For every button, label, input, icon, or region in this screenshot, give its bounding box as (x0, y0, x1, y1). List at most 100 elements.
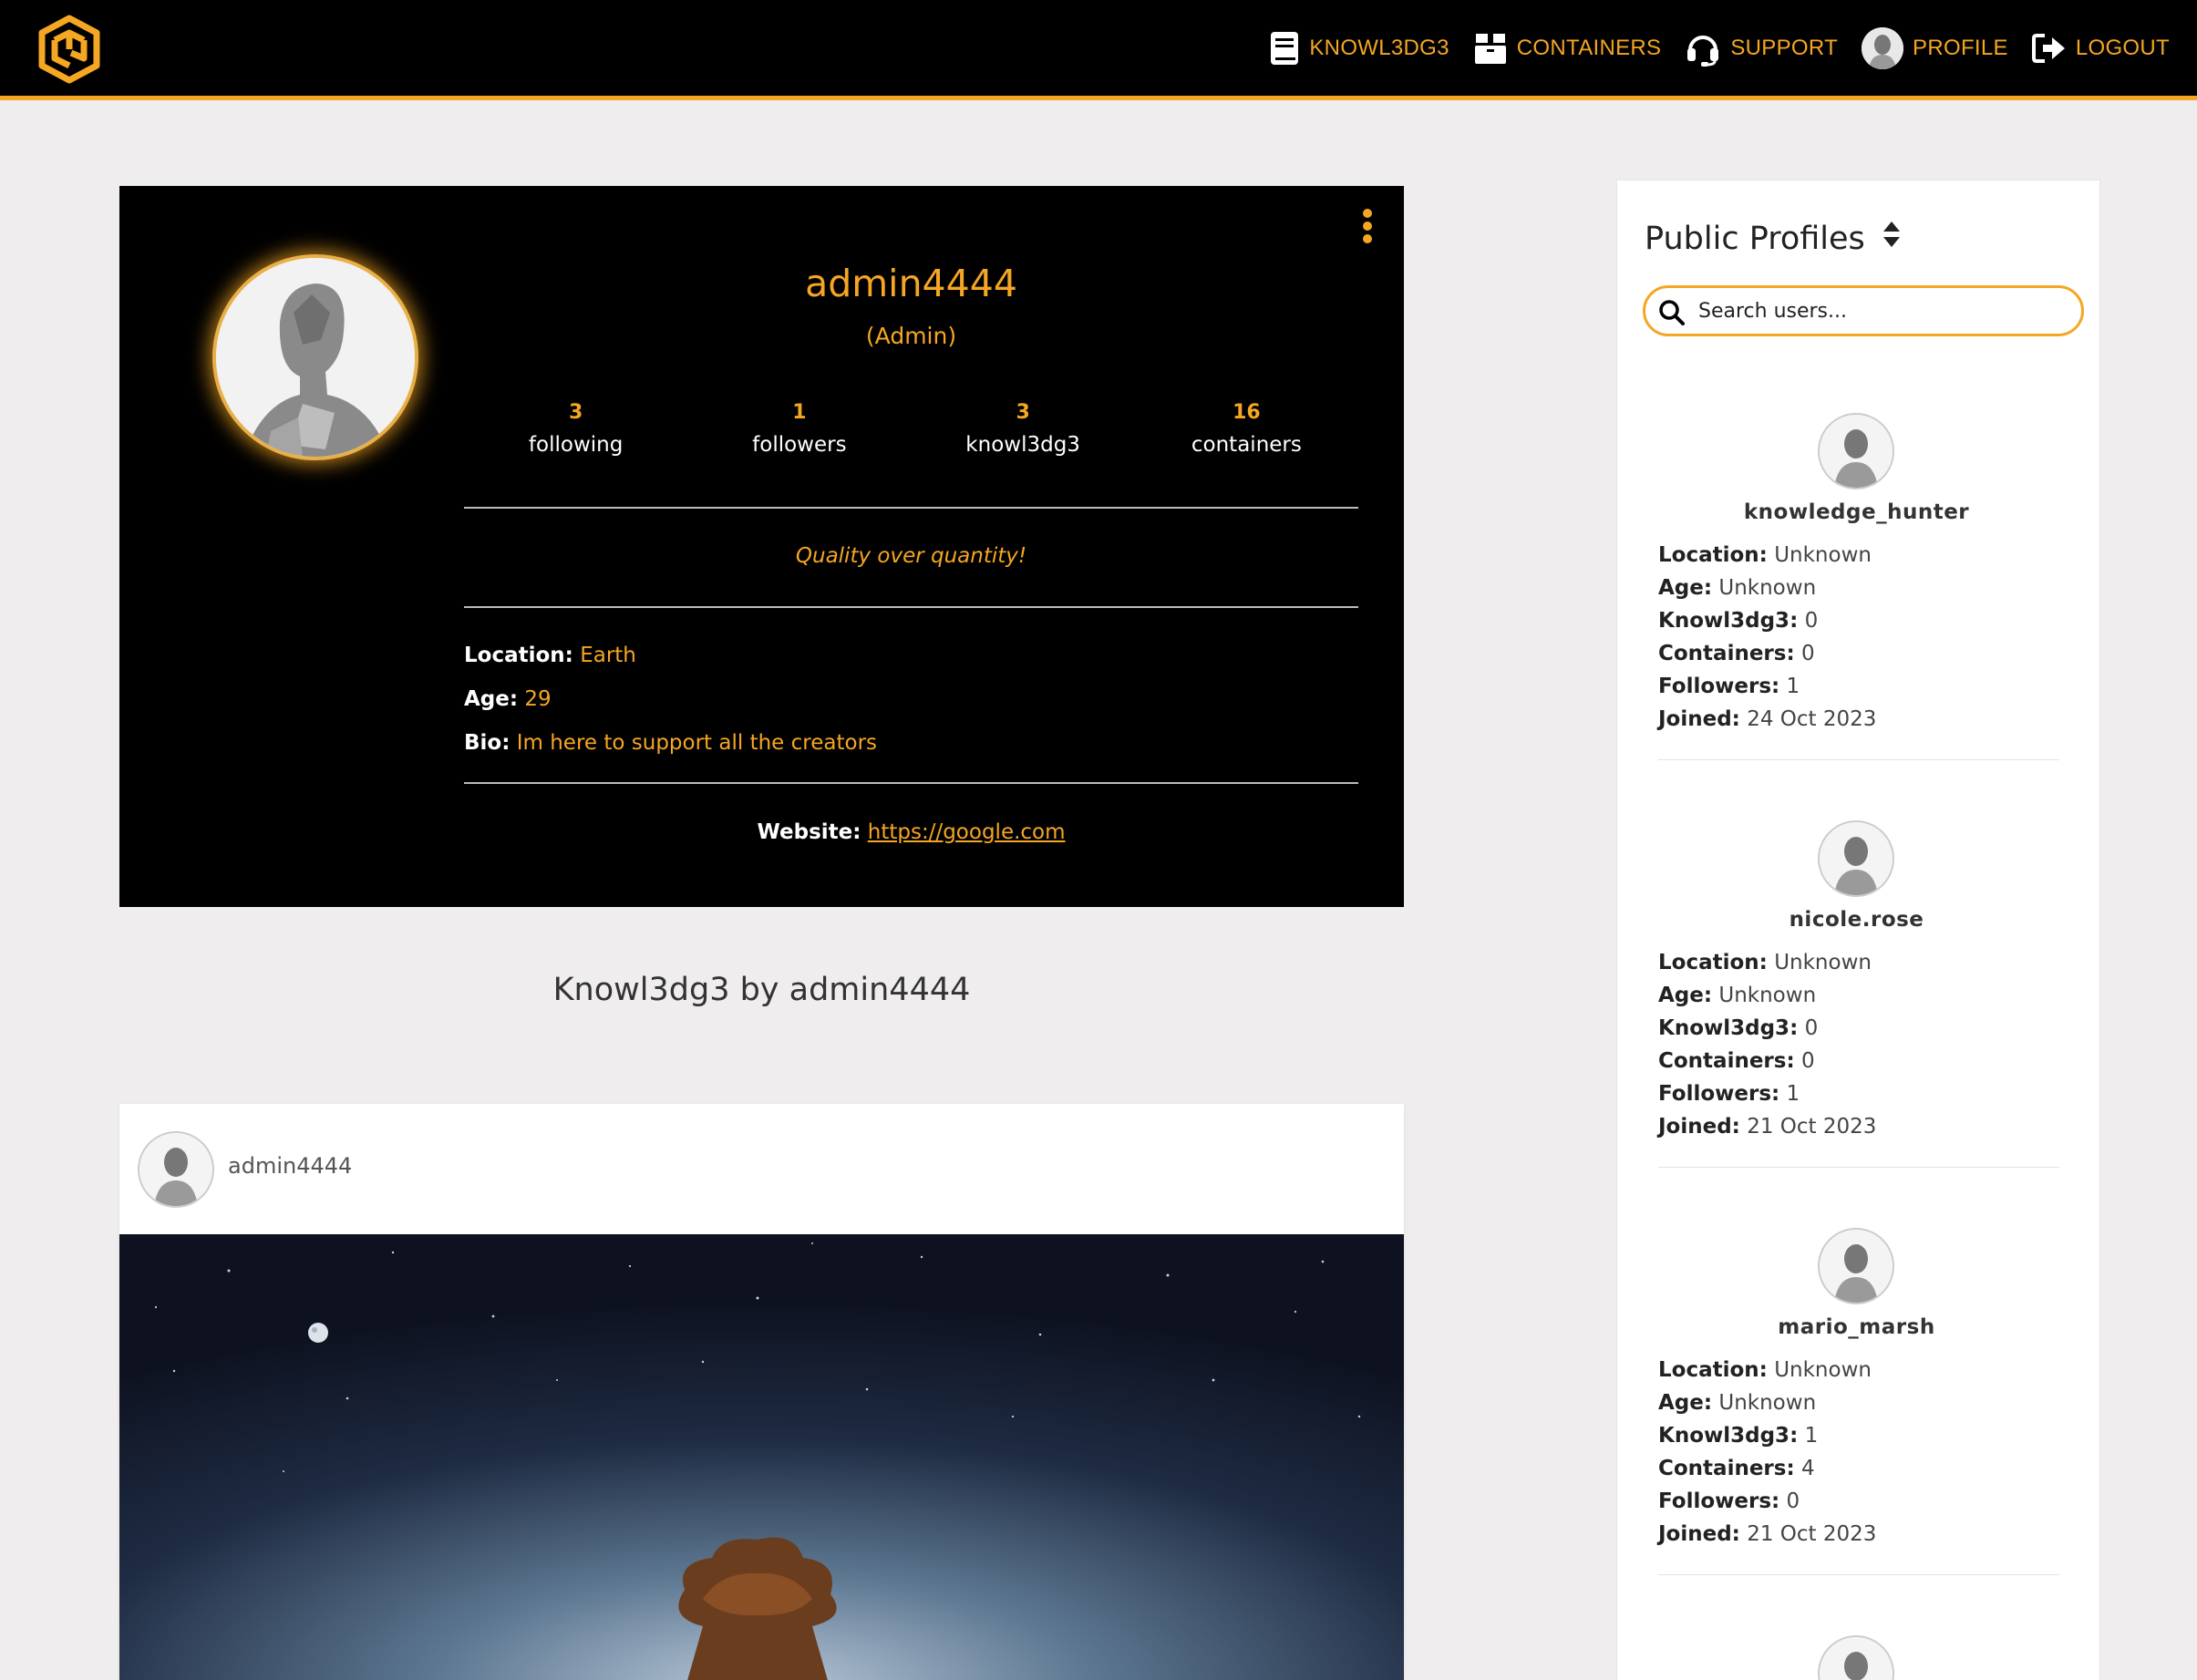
sidebar-title-text: Public Profiles (1645, 220, 1865, 257)
field-value: 0 (1800, 642, 1815, 665)
profile-containers: Containers: 0 (1658, 1049, 1815, 1073)
field-value: Unknown (1774, 543, 1872, 567)
profile-joined: Joined: 24 Oct 2023 (1658, 707, 1876, 731)
nav-profile[interactable]: PROFILE (1862, 26, 2008, 69)
field-value: 21 Oct 2023 (1747, 1522, 1877, 1546)
nav-menu: KNOWL3DG3 CONTAINERS SUPPORT PROFILE LOG… (1269, 0, 2170, 96)
profile-bio: Bio: Im here to support all the creators (464, 731, 877, 755)
search-input[interactable] (1698, 295, 2072, 326)
profile-location: Location: Unknown (1658, 1358, 1872, 1382)
stat-following[interactable]: 3 following (464, 401, 687, 457)
post-image[interactable] (119, 1234, 1404, 1680)
post-header: admin4444 (119, 1104, 1404, 1234)
profile-username[interactable]: mario_marsh (1617, 1315, 2096, 1339)
field-value: 24 Oct 2023 (1747, 707, 1877, 731)
avatar[interactable] (138, 1131, 214, 1208)
profile-followers: Followers: 0 (1658, 1489, 1800, 1513)
nav-knowl3dg3-label: KNOWL3DG3 (1309, 35, 1449, 60)
field-label: Containers: (1658, 1457, 1795, 1480)
field-value: Unknown (1774, 1358, 1872, 1382)
bio-label: Bio: (464, 731, 511, 755)
section-title: Knowl3dg3 by admin4444 (552, 972, 971, 1008)
nav-support-label: SUPPORT (1730, 35, 1839, 60)
profile-location: Location: Earth (464, 644, 636, 667)
age-value: 29 (524, 687, 552, 711)
profile-username[interactable]: knowledge_hunter (1617, 500, 2096, 524)
stat-followers[interactable]: 1 followers (687, 401, 911, 457)
field-label: Location: (1658, 1358, 1768, 1382)
location-label: Location: (464, 644, 573, 667)
profile-location: Location: Unknown (1658, 543, 1872, 567)
avatar[interactable] (1818, 413, 1894, 490)
field-value: 1 (1786, 675, 1800, 698)
profile-followers: Followers: 1 (1658, 675, 1800, 698)
nav-knowl3dg3[interactable]: KNOWL3DG3 (1269, 31, 1449, 66)
profile-knowl3dg3: Knowl3dg3: 1 (1658, 1424, 1818, 1448)
field-value: 0 (1804, 609, 1819, 633)
field-value: 1 (1786, 1082, 1800, 1106)
field-value: 0 (1804, 1016, 1819, 1040)
avatar[interactable] (1818, 820, 1894, 897)
stat-label: containers (1191, 433, 1302, 457)
profile-website: Website: https://google.com (464, 820, 1358, 844)
profile-card: admin4444 (Admin) 3 following 1 follower… (119, 186, 1404, 907)
headset-icon (1685, 30, 1721, 67)
age-label: Age: (464, 687, 519, 711)
profile-containers: Containers: 4 (1658, 1457, 1815, 1480)
profile-location: Location: Unknown (1658, 951, 1872, 974)
location-value: Earth (580, 644, 636, 667)
stat-value: 16 (1233, 401, 1261, 424)
stat-label: followers (752, 433, 847, 457)
field-value: 0 (1786, 1489, 1800, 1513)
bio-value: Im here to support all the creators (516, 731, 878, 755)
divider (464, 606, 1358, 608)
nav-containers[interactable]: CONTAINERS (1473, 32, 1662, 65)
field-label: Knowl3dg3: (1658, 1016, 1799, 1040)
field-label: Location: (1658, 543, 1768, 567)
stat-value: 1 (792, 401, 807, 424)
top-navbar: KNOWL3DG3 CONTAINERS SUPPORT PROFILE LOG… (0, 0, 2197, 100)
sidebar-title: Public Profiles (1645, 220, 1902, 257)
stat-label: knowl3dg3 (965, 433, 1080, 457)
profile-joined: Joined: 21 Oct 2023 (1658, 1522, 1876, 1546)
profile-avatar (212, 254, 418, 460)
profile-age: Age: Unknown (1658, 1391, 1816, 1415)
field-label: Knowl3dg3: (1658, 1424, 1799, 1448)
more-options-icon[interactable] (1358, 208, 1377, 244)
profile-age: Age: Unknown (1658, 576, 1816, 600)
post-card[interactable]: admin4444 (119, 1104, 1404, 1680)
profile-quote: Quality over quantity! (795, 544, 1027, 568)
avatar[interactable] (1818, 1228, 1894, 1304)
field-label: Age: (1658, 1391, 1713, 1415)
sort-icon[interactable] (1882, 220, 1902, 257)
box-icon (1473, 32, 1508, 65)
field-label: Knowl3dg3: (1658, 609, 1799, 633)
field-label: Containers: (1658, 1049, 1795, 1073)
website-label: Website: (757, 820, 861, 844)
nav-support[interactable]: SUPPORT (1685, 30, 1838, 67)
profile-username: admin4444 (805, 262, 1017, 305)
profile-joined: Joined: 21 Oct 2023 (1658, 1115, 1876, 1139)
nav-logout[interactable]: LOGOUT (2031, 33, 2170, 64)
stat-containers[interactable]: 16 containers (1135, 401, 1358, 457)
public-profiles-sidebar: Public Profiles knowledge_hunter Locatio… (1616, 180, 2100, 1680)
profile-followers: Followers: 1 (1658, 1082, 1800, 1106)
field-label: Containers: (1658, 642, 1795, 665)
profile-age: Age: Unknown (1658, 984, 1816, 1007)
avatar[interactable] (1818, 1635, 1894, 1680)
field-label: Joined: (1658, 707, 1740, 731)
field-label: Followers: (1658, 675, 1780, 698)
divider (464, 782, 1358, 784)
post-username[interactable]: admin4444 (228, 1153, 352, 1179)
field-value: Unknown (1718, 576, 1817, 600)
profile-containers: Containers: 0 (1658, 642, 1815, 665)
stat-value: 3 (1016, 401, 1030, 424)
website-link[interactable]: https://google.com (868, 820, 1066, 844)
divider (1658, 1167, 2059, 1168)
profile-knowl3dg3: Knowl3dg3: 0 (1658, 1016, 1818, 1040)
avatar (1862, 26, 1904, 69)
brand-logo[interactable] (35, 13, 104, 86)
logout-icon (2031, 33, 2067, 64)
stat-knowl3dg3[interactable]: 3 knowl3dg3 (912, 401, 1135, 457)
profile-username[interactable]: nicole.rose (1617, 908, 2096, 932)
